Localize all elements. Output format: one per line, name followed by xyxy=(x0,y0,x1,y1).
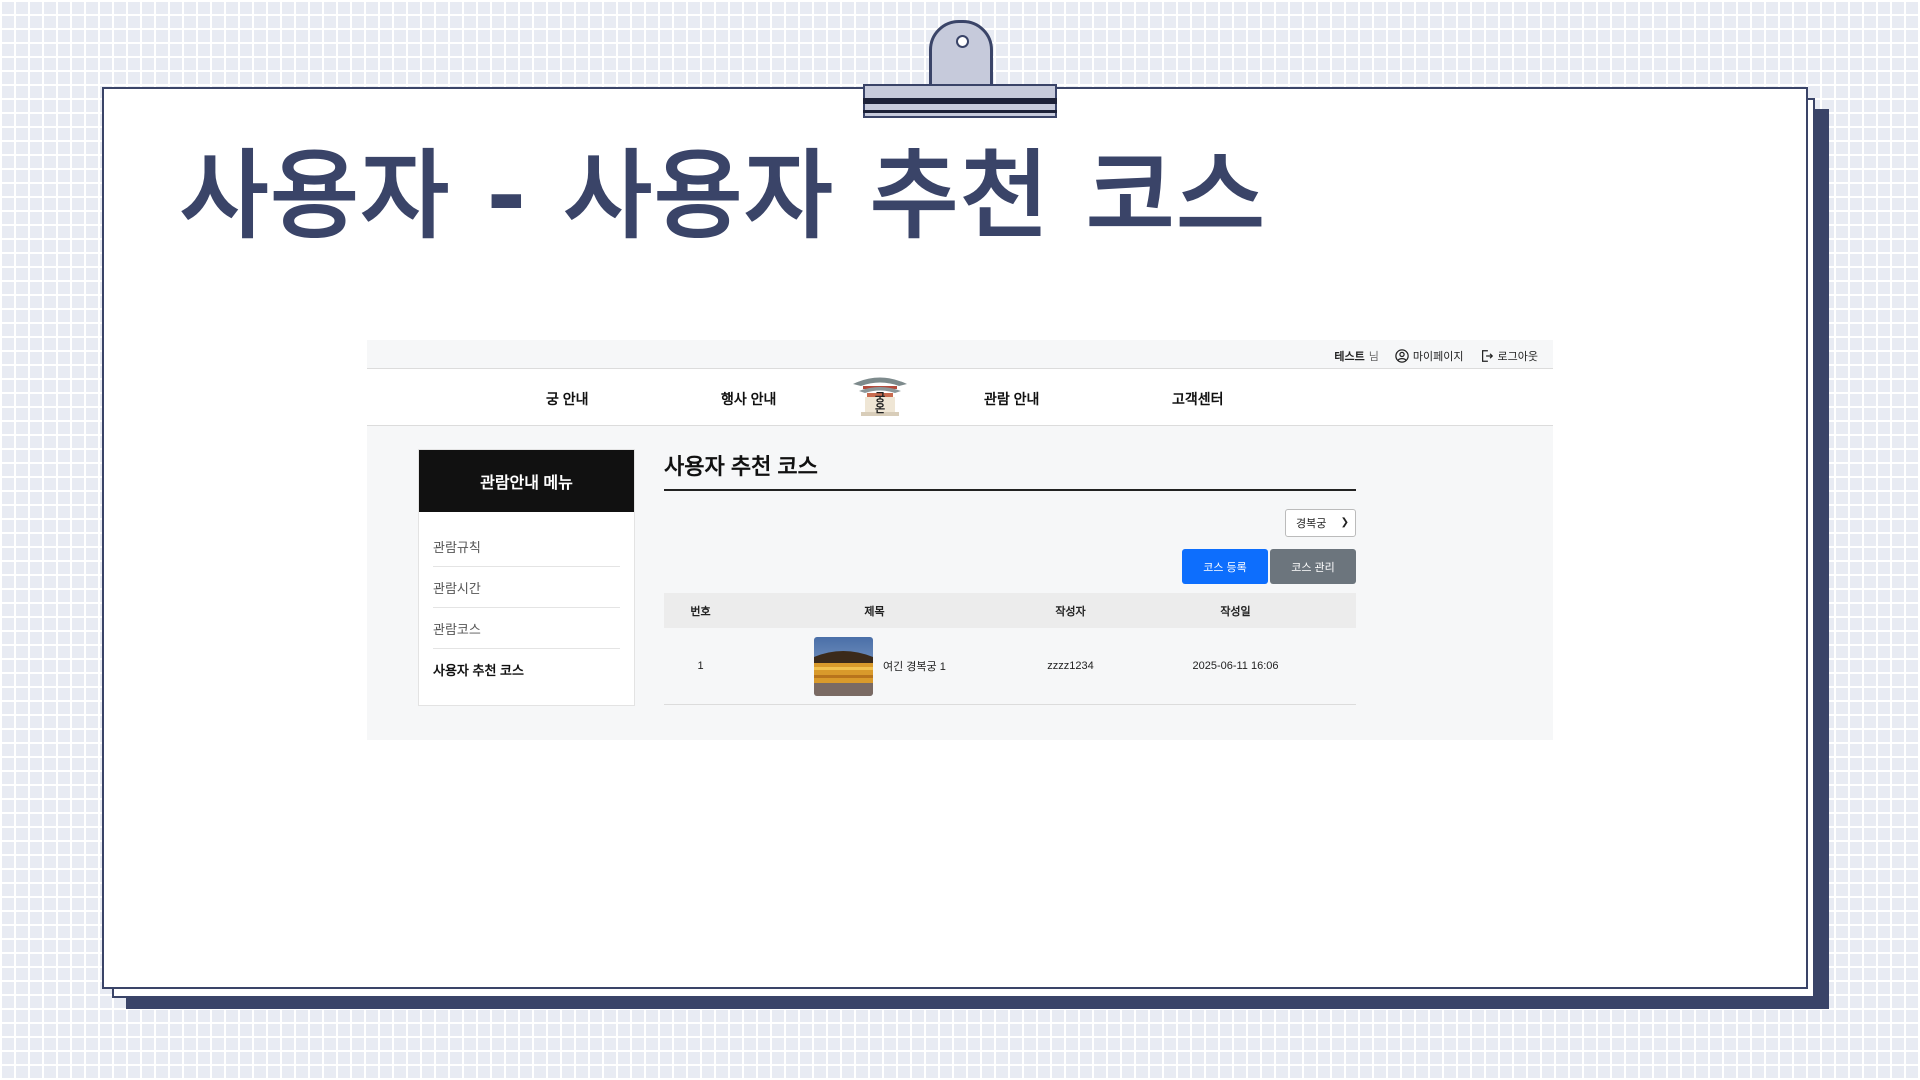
user-greeting: 테스트 님 xyxy=(1334,348,1379,364)
user-circle-icon xyxy=(1395,349,1409,363)
main-content: 사용자 추천 코스 경복궁 ❯ 코스 등록 코스 관리 번호 제목 작성자 작성… xyxy=(664,449,1356,705)
palace-photo-thumbnail xyxy=(814,636,873,696)
header-author: 작성자 xyxy=(1055,605,1086,618)
main-nav: 궁 안내 행사 안내 궁온 관람 안내 고객센터 xyxy=(367,369,1553,426)
page-title: 사용자 추천 코스 xyxy=(664,449,1356,491)
nav-item-visit-info[interactable]: 관람 안내 xyxy=(984,389,1039,409)
palace-select[interactable]: 경복궁 ❯ xyxy=(1285,509,1356,537)
sidebar-item-courses[interactable]: 관람코스 xyxy=(433,608,620,649)
logout-label: 로그아웃 xyxy=(1497,351,1538,363)
slide-title: 사용자 - 사용자 추천 코스 xyxy=(180,140,1267,252)
cell-author: zzzz1234 xyxy=(1047,660,1094,672)
course-table: 번호 제목 작성자 작성일 1 여긴 경복궁 1 zzzz1234 2025-0… xyxy=(664,593,1356,705)
logo-text: 궁온 xyxy=(874,392,886,415)
mypage-link[interactable]: 마이페이지 xyxy=(1395,348,1464,364)
nav-item-palace-info[interactable]: 궁 안내 xyxy=(546,389,589,409)
user-name: 테스트 xyxy=(1334,351,1365,363)
clip-icon xyxy=(863,20,1057,120)
course-thumbnail xyxy=(814,636,873,696)
user-suffix: 님 xyxy=(1368,351,1379,363)
sidebar-item-hours[interactable]: 관람시간 xyxy=(433,567,620,608)
chevron-down-icon: ❯ xyxy=(1340,517,1349,528)
clip-bar xyxy=(863,98,1057,104)
nav-item-customer-center[interactable]: 고객센터 xyxy=(1172,389,1224,409)
cell-date: 2025-06-11 16:06 xyxy=(1192,660,1279,672)
header-title: 제목 xyxy=(864,605,885,618)
clip-hole xyxy=(956,35,969,48)
manage-course-button[interactable]: 코스 관리 xyxy=(1270,549,1356,584)
top-utility-bar: 테스트 님 마이페이지 로그아웃 xyxy=(367,340,1553,369)
header-date: 작성일 xyxy=(1220,605,1251,618)
table-header: 번호 제목 작성자 작성일 xyxy=(664,593,1356,628)
sidebar: 관람안내 메뉴 관람규칙 관람시간 관람코스 사용자 추천 코스 xyxy=(418,449,635,706)
mypage-label: 마이페이지 xyxy=(1412,351,1464,363)
cell-no: 1 xyxy=(697,660,704,672)
sidebar-item-rules[interactable]: 관람규칙 xyxy=(433,526,620,567)
sidebar-heading: 관람안내 메뉴 xyxy=(419,450,634,512)
sidebar-list: 관람규칙 관람시간 관람코스 사용자 추천 코스 xyxy=(419,512,634,690)
header-no: 번호 xyxy=(690,605,711,618)
clip-ring xyxy=(929,20,993,92)
cell-title[interactable]: 여긴 경복궁 1 xyxy=(737,636,1012,696)
table-row[interactable]: 1 여긴 경복궁 1 zzzz1234 2025-06-11 16:06 xyxy=(664,628,1356,705)
palace-logo-icon[interactable]: 궁온 xyxy=(851,371,909,423)
clip-bar-thin xyxy=(863,110,1057,113)
logout-link[interactable]: 로그아웃 xyxy=(1480,348,1538,364)
logout-icon xyxy=(1481,350,1493,362)
top-utility-items: 테스트 님 마이페이지 로그아웃 xyxy=(1334,348,1538,364)
website-screenshot: 테스트 님 마이페이지 로그아웃 궁 안내 행사 안내 궁 온 관람 안내 고객… xyxy=(367,340,1553,740)
nav-item-events[interactable]: 행사 안내 xyxy=(721,389,776,409)
sidebar-item-user-courses[interactable]: 사용자 추천 코스 xyxy=(433,649,620,690)
register-course-button[interactable]: 코스 등록 xyxy=(1182,549,1268,584)
palace-select-value: 경복궁 xyxy=(1296,518,1327,530)
course-title: 여긴 경복궁 1 xyxy=(883,661,946,673)
